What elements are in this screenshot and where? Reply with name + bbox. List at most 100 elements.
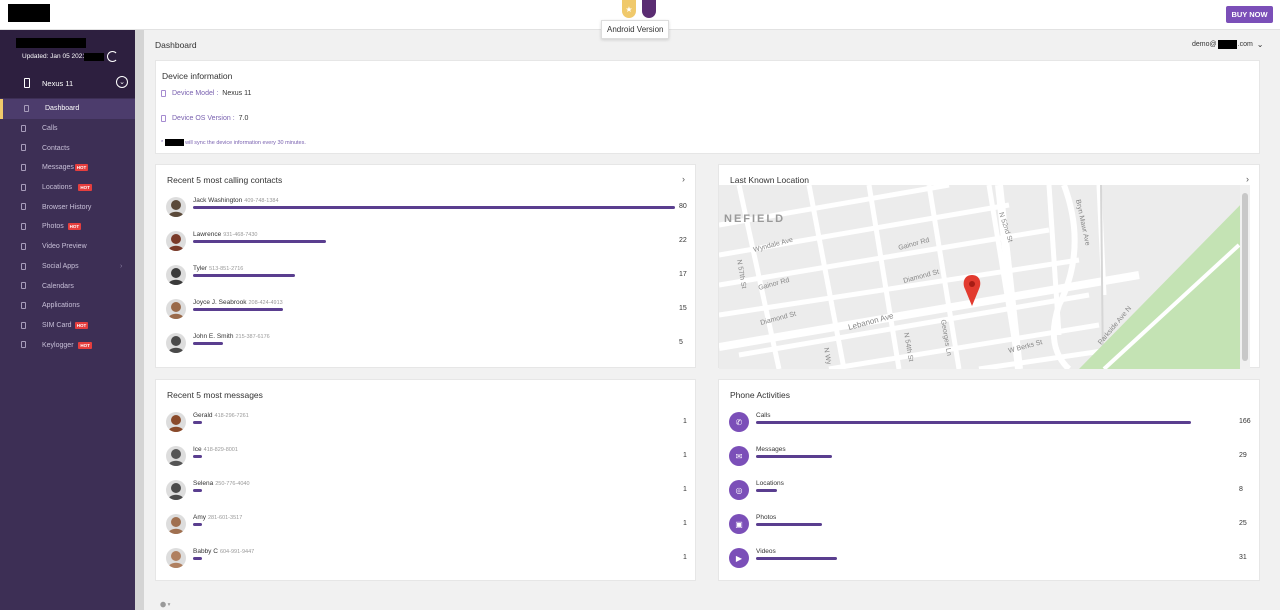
count-bar	[756, 523, 822, 526]
android-icon[interactable]: ★	[622, 0, 636, 18]
bar-track	[756, 455, 832, 458]
hot-badge: HOT	[74, 321, 89, 329]
contact-name: Joyce J. Seabrook	[193, 299, 247, 306]
contact-name-line: Jack Washington 409-748-1384	[193, 197, 279, 204]
sidebar-item-keylogger[interactable]: Keylogger HOT	[0, 335, 135, 355]
contact-row[interactable]: Selena 250-776-4040 1	[166, 480, 687, 502]
contact-row[interactable]: Tyler 513-851-2716 17	[166, 265, 687, 287]
sidebar-scrollbar[interactable]	[135, 30, 144, 610]
sidebar-item-photos[interactable]: Photos HOT	[0, 217, 135, 237]
contact-name-line: Selena 250-776-4040	[193, 480, 250, 487]
chevron-right-icon[interactable]: ›	[682, 174, 685, 184]
contact-row[interactable]: John E. Smith 215-387-6176 5	[166, 333, 686, 355]
contact-name: John E. Smith	[193, 333, 234, 340]
contact-phone: 215-387-6176	[235, 334, 270, 340]
activity-row[interactable]: ▶ Videos 31	[729, 548, 1249, 570]
calling-contacts-card: Recent 5 most calling contacts › Jack Wa…	[155, 164, 696, 368]
scroll-thumb[interactable]	[1242, 193, 1248, 361]
apple-icon[interactable]	[642, 0, 656, 18]
contact-name-line: Amy 281-601-3517	[193, 514, 242, 521]
map-scrollbar[interactable]	[1240, 185, 1250, 369]
activity-row[interactable]: ✆ Calls 166	[729, 412, 1251, 434]
sidebar-item-applications[interactable]: Applications	[0, 296, 135, 316]
contact-phone: 418-829-8001	[203, 447, 238, 453]
os-tooltip: Android Version	[601, 20, 670, 39]
count-value: 1	[683, 418, 687, 425]
footer-language[interactable]: ⬤ ▾	[160, 602, 170, 608]
sidebar-item-video-preview[interactable]: Video Preview	[0, 237, 135, 257]
bar-track	[193, 455, 202, 458]
activity-label: Calls	[756, 412, 770, 419]
count-value: 1	[683, 520, 687, 527]
contact-row[interactable]: Lawrence 931-468-7430 22	[166, 231, 687, 253]
avatar	[166, 514, 186, 534]
card-title: Recent 5 most messages	[167, 390, 263, 400]
count-value: 31	[1239, 554, 1247, 561]
bar-track	[193, 240, 326, 243]
contact-name: Babby C	[193, 548, 218, 555]
contact-name-line: Joyce J. Seabrook 208-424-4913	[193, 299, 283, 306]
device-model-value: Nexus 11	[222, 90, 252, 97]
contact-row[interactable]: Gerald 418-296-7261 1	[166, 412, 687, 434]
count-bar	[193, 308, 283, 311]
device-model-row: Device Model : Nexus 11	[161, 90, 251, 97]
sidebar-item-sim-card[interactable]: SIM Card HOT	[0, 316, 135, 336]
sidebar-item-label: Applications	[42, 302, 80, 310]
contact-row[interactable]: Amy 281-601-3517 1	[166, 514, 687, 536]
sidebar-item-label: Photos	[42, 223, 64, 231]
activity-row[interactable]: ◎ Locations 8	[729, 480, 1249, 502]
hot-badge: HOT	[78, 341, 92, 349]
count-value: 1	[683, 486, 687, 493]
buy-now-button[interactable]: BUY NOW	[1226, 6, 1273, 23]
brand-logo[interactable]	[8, 4, 50, 22]
user-menu[interactable]: demo@ .com ⌄	[1192, 40, 1264, 49]
sidebar-item-contacts[interactable]: Contacts	[0, 138, 135, 158]
bar-track	[756, 523, 822, 526]
sidebar-item-locations[interactable]: Locations HOT	[0, 178, 135, 198]
sidebar-item-messages[interactable]: Messages HOT	[0, 158, 135, 178]
document-icon	[21, 144, 26, 152]
refresh-icon[interactable]	[107, 51, 118, 62]
contact-phone: 418-296-7261	[214, 413, 249, 419]
count-value: 8	[1239, 486, 1243, 493]
sidebar-item-dashboard[interactable]: Dashboard	[0, 99, 135, 119]
avatar	[166, 197, 186, 217]
device-os-label: Device OS Version :	[172, 115, 235, 122]
avatar	[166, 548, 186, 568]
document-icon	[21, 223, 26, 231]
bar-track	[193, 421, 202, 424]
sidebar-item-calls[interactable]: Calls	[0, 119, 135, 139]
bar-track	[756, 557, 837, 560]
chevron-down-icon[interactable]: ⌄	[1257, 40, 1264, 49]
sidebar-item-label: Browser History	[42, 203, 92, 211]
bar-track	[193, 308, 283, 311]
location-map[interactable]: NEFIELD Wyndale Ave Gainor Rd Gainor Rd …	[719, 185, 1250, 369]
contact-row[interactable]: Jack Washington 409-748-1384 80	[166, 197, 687, 219]
sidebar-item-label: Locations	[42, 184, 72, 192]
chevron-right-icon[interactable]: ›	[1246, 174, 1249, 184]
bar-track	[193, 206, 675, 209]
contact-row[interactable]: Babby C 604-991-9447 1	[166, 548, 687, 570]
bar-track	[193, 342, 223, 345]
contact-row[interactable]: Joyce J. Seabrook 208-424-4913 15	[166, 299, 687, 321]
device-os-row: Device OS Version : 7.0	[161, 115, 248, 122]
contact-name-line: Ice 418-829-8001	[193, 446, 238, 453]
sidebar-item-calendars[interactable]: Calendars	[0, 276, 135, 296]
document-icon	[21, 183, 26, 191]
card-title: Recent 5 most calling contacts	[167, 175, 283, 185]
count-bar	[193, 342, 223, 345]
map-neighborhood-label: NEFIELD	[724, 213, 785, 225]
contact-row[interactable]: Ice 418-829-8001 1	[166, 446, 687, 468]
activity-name: Calls	[756, 412, 771, 419]
sidebar-item-browser-history[interactable]: Browser History	[0, 197, 135, 217]
count-bar	[193, 489, 202, 492]
activity-row[interactable]: ▣ Photos 25	[729, 514, 1249, 536]
count-value: 5	[679, 339, 683, 346]
sidebar-item-social-apps[interactable]: Social Apps ›	[0, 257, 135, 277]
activity-row[interactable]: ✉ Messages 29	[729, 446, 1249, 468]
chevron-down-icon[interactable]: ⌄	[116, 76, 128, 88]
contact-name: Gerald	[193, 412, 213, 419]
contact-name-line: Lawrence 931-468-7430	[193, 231, 257, 238]
device-selector[interactable]: Nexus 11 ⌄	[0, 74, 135, 94]
card-title: Device information	[162, 71, 233, 81]
